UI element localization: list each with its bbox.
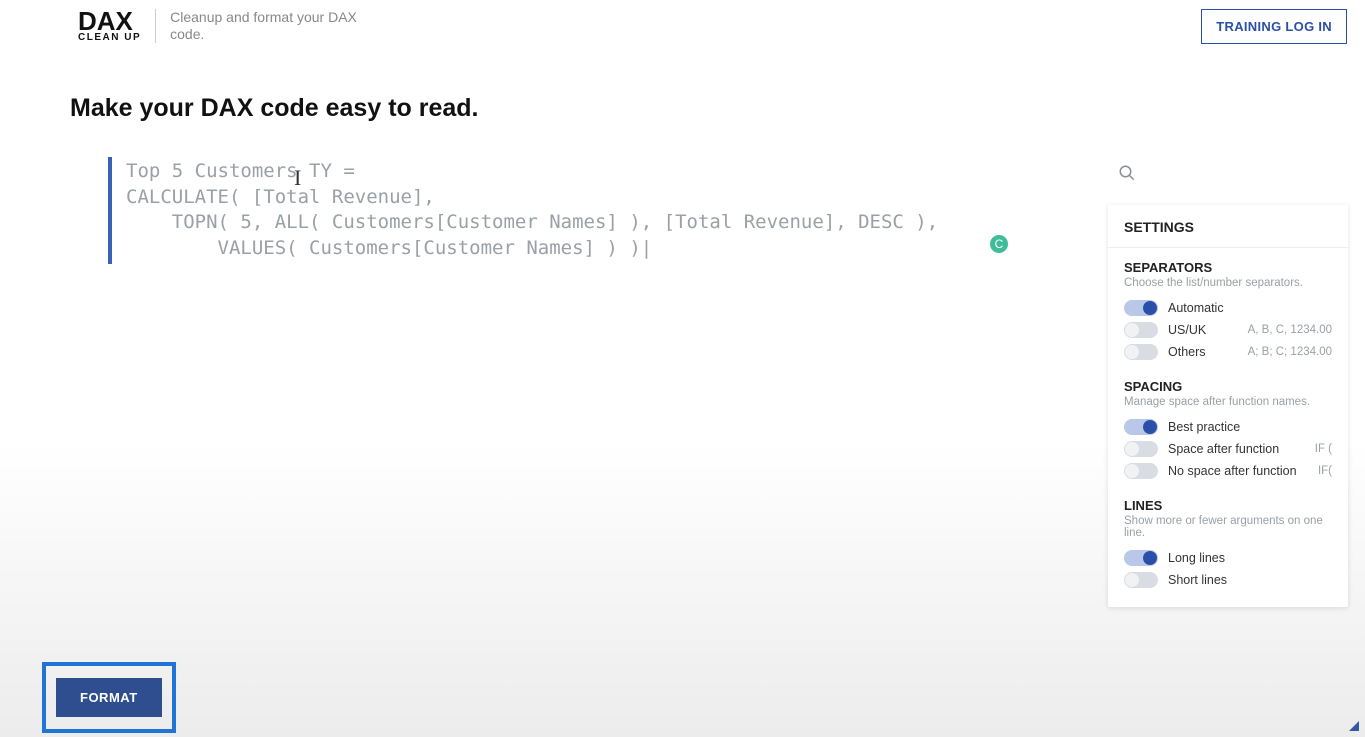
settings-panel: SETTINGS SEPARATORS Choose the list/numb…: [1108, 205, 1348, 607]
logo[interactable]: DAX CLEAN UP: [78, 10, 141, 42]
separator-others-option[interactable]: Others A; B; C; 1234.00: [1124, 341, 1332, 363]
format-button[interactable]: FORMAT: [56, 678, 162, 717]
toggle-spacing-best[interactable]: [1124, 419, 1158, 435]
spacing-space-hint: IF (: [1315, 443, 1332, 455]
spacing-group: SPACING Manage space after function name…: [1108, 367, 1348, 486]
separator-auto-option[interactable]: Automatic: [1124, 297, 1332, 319]
search-icon[interactable]: [1118, 164, 1136, 187]
lines-title: LINES: [1124, 498, 1332, 513]
header-divider: [155, 9, 156, 43]
toggle-lines-long[interactable]: [1124, 550, 1158, 566]
spacing-desc: Manage space after function names.: [1124, 396, 1332, 408]
format-button-highlight: FORMAT: [42, 662, 176, 733]
logo-sub: CLEAN UP: [78, 33, 141, 42]
toggle-spacing-space[interactable]: [1124, 441, 1158, 457]
toggle-spacing-nospace[interactable]: [1124, 463, 1158, 479]
separator-auto-label: Automatic: [1168, 301, 1224, 315]
header: DAX CLEAN UP Cleanup and format your DAX…: [0, 0, 1365, 52]
lines-desc: Show more or fewer arguments on one line…: [1124, 515, 1332, 539]
logo-main: DAX: [78, 10, 141, 33]
lines-short-option[interactable]: Short lines: [1124, 569, 1332, 591]
separators-desc: Choose the list/number separators.: [1124, 277, 1332, 289]
code-editor[interactable]: Top 5 Customers TY = CALCULATE( [Total R…: [108, 157, 1018, 264]
code-content: Top 5 Customers TY = CALCULATE( [Total R…: [108, 157, 1018, 264]
separator-others-label: Others: [1168, 345, 1206, 359]
settings-title: SETTINGS: [1108, 205, 1348, 248]
spacing-nospace-hint: IF(: [1318, 465, 1332, 477]
resize-handle-icon[interactable]: [1349, 721, 1359, 731]
toggle-separator-auto[interactable]: [1124, 300, 1158, 316]
separator-others-hint: A; B; C; 1234.00: [1248, 346, 1332, 358]
separator-usuk-hint: A, B, C, 1234.00: [1248, 324, 1332, 336]
separator-usuk-option[interactable]: US/UK A, B, C, 1234.00: [1124, 319, 1332, 341]
lines-long-label: Long lines: [1168, 551, 1225, 565]
spacing-best-label: Best practice: [1168, 420, 1240, 434]
tagline: Cleanup and format your DAX code.: [170, 9, 370, 44]
training-login-button[interactable]: TRAINING LOG IN: [1201, 9, 1347, 44]
page-title: Make your DAX code easy to read.: [70, 94, 1365, 123]
spacing-title: SPACING: [1124, 379, 1332, 394]
toggle-separator-usuk[interactable]: [1124, 322, 1158, 338]
separators-title: SEPARATORS: [1124, 260, 1332, 275]
lines-group: LINES Show more or fewer arguments on on…: [1108, 486, 1348, 595]
spacing-space-option[interactable]: Space after function IF (: [1124, 438, 1332, 460]
separators-group: SEPARATORS Choose the list/number separa…: [1108, 248, 1348, 367]
toggle-lines-short[interactable]: [1124, 572, 1158, 588]
separator-usuk-label: US/UK: [1168, 323, 1206, 337]
toggle-separator-others[interactable]: [1124, 344, 1158, 360]
spacing-nospace-option[interactable]: No space after function IF(: [1124, 460, 1332, 482]
spacing-space-label: Space after function: [1168, 442, 1279, 456]
lines-long-option[interactable]: Long lines: [1124, 547, 1332, 569]
lines-short-label: Short lines: [1168, 573, 1227, 587]
status-indicator: C: [990, 235, 1008, 253]
spacing-nospace-label: No space after function: [1168, 464, 1297, 478]
spacing-best-option[interactable]: Best practice: [1124, 416, 1332, 438]
